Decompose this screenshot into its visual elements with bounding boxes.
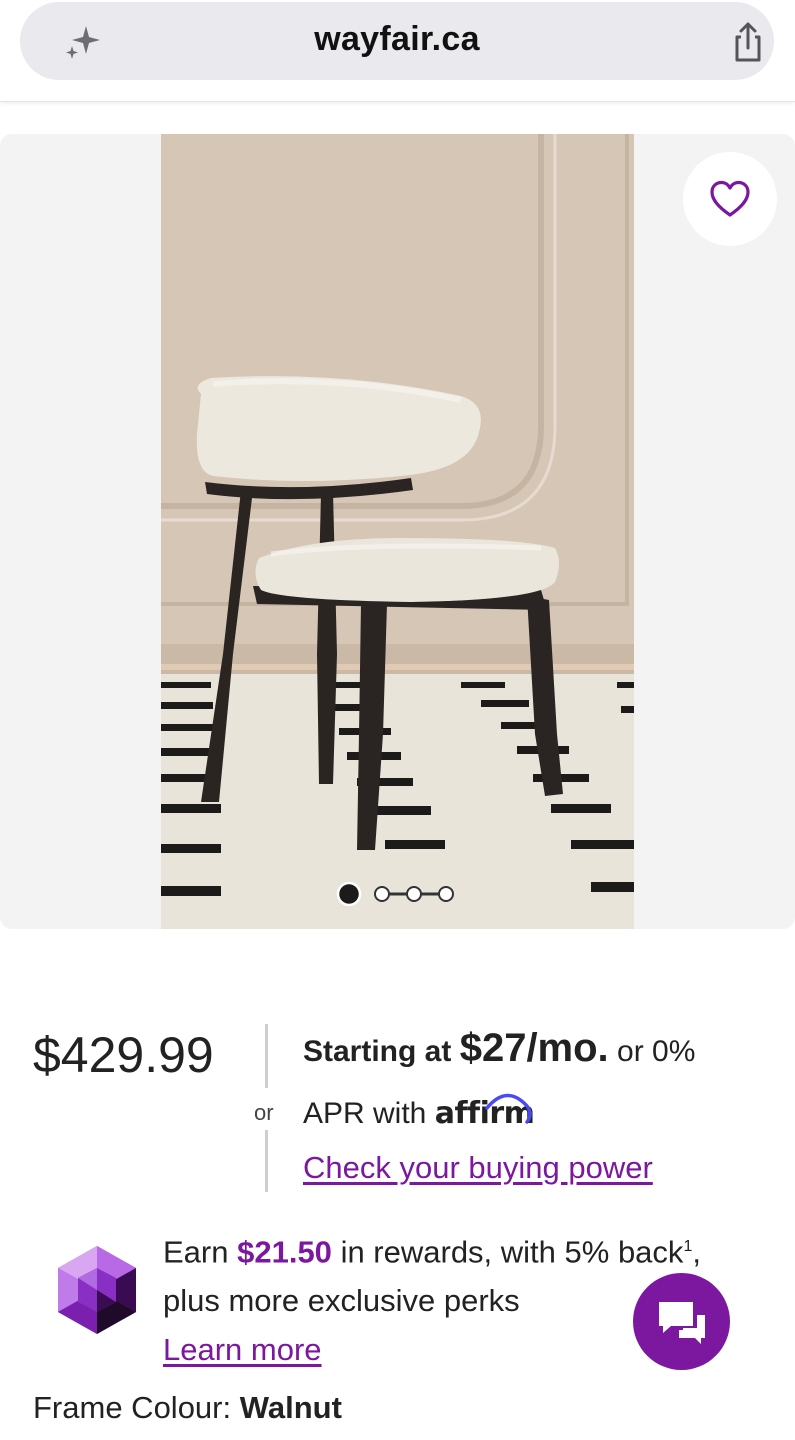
address-bar[interactable]: wayfair.ca bbox=[20, 2, 774, 80]
carousel-dot bbox=[406, 886, 422, 902]
product-price: $429.99 bbox=[33, 1027, 214, 1083]
frame-colour-value: Walnut bbox=[239, 1390, 342, 1425]
favorite-button[interactable] bbox=[683, 152, 777, 246]
financing-prefix: Starting at bbox=[303, 1035, 452, 1068]
learn-more-link[interactable]: Learn more bbox=[163, 1332, 322, 1367]
check-buying-power-link[interactable]: Check your buying power bbox=[303, 1150, 653, 1186]
affirm-logo: affirm bbox=[434, 1093, 535, 1131]
carousel-dot bbox=[374, 886, 390, 902]
rewards-gem-icon bbox=[58, 1246, 136, 1334]
chat-button[interactable] bbox=[633, 1273, 730, 1370]
or-label: or bbox=[254, 1100, 274, 1125]
heart-icon bbox=[710, 180, 750, 217]
chat-bubbles-icon bbox=[658, 1301, 705, 1344]
financing-line: Starting at $27/mo. or 0% bbox=[303, 1026, 695, 1071]
url-domain[interactable]: wayfair.ca bbox=[20, 20, 774, 59]
monthly-price: $27/mo. bbox=[459, 1026, 609, 1070]
rewards-text: Earn $21.50 in rewards, with 5% back1, p… bbox=[163, 1234, 701, 1368]
carousel-dot-active bbox=[336, 882, 362, 906]
browser-top-bar: wayfair.ca bbox=[0, 0, 795, 102]
financing-suffix: or 0% bbox=[617, 1035, 696, 1068]
product-gallery[interactable] bbox=[0, 134, 795, 929]
divider bbox=[265, 1024, 268, 1088]
apr-line: APR with affirm bbox=[303, 1093, 535, 1131]
frame-colour-label: Frame Colour: bbox=[33, 1390, 232, 1425]
apr-text: APR with bbox=[303, 1097, 427, 1130]
carousel-dots[interactable] bbox=[336, 882, 466, 906]
footnote-marker[interactable]: 1 bbox=[683, 1238, 692, 1255]
frame-colour-option[interactable]: Frame Colour: Walnut bbox=[33, 1390, 342, 1426]
carousel-dot bbox=[438, 886, 454, 902]
share-icon[interactable] bbox=[726, 20, 770, 64]
product-image[interactable] bbox=[161, 134, 634, 929]
rewards-amount: $21.50 bbox=[237, 1234, 332, 1270]
divider bbox=[265, 1130, 268, 1192]
